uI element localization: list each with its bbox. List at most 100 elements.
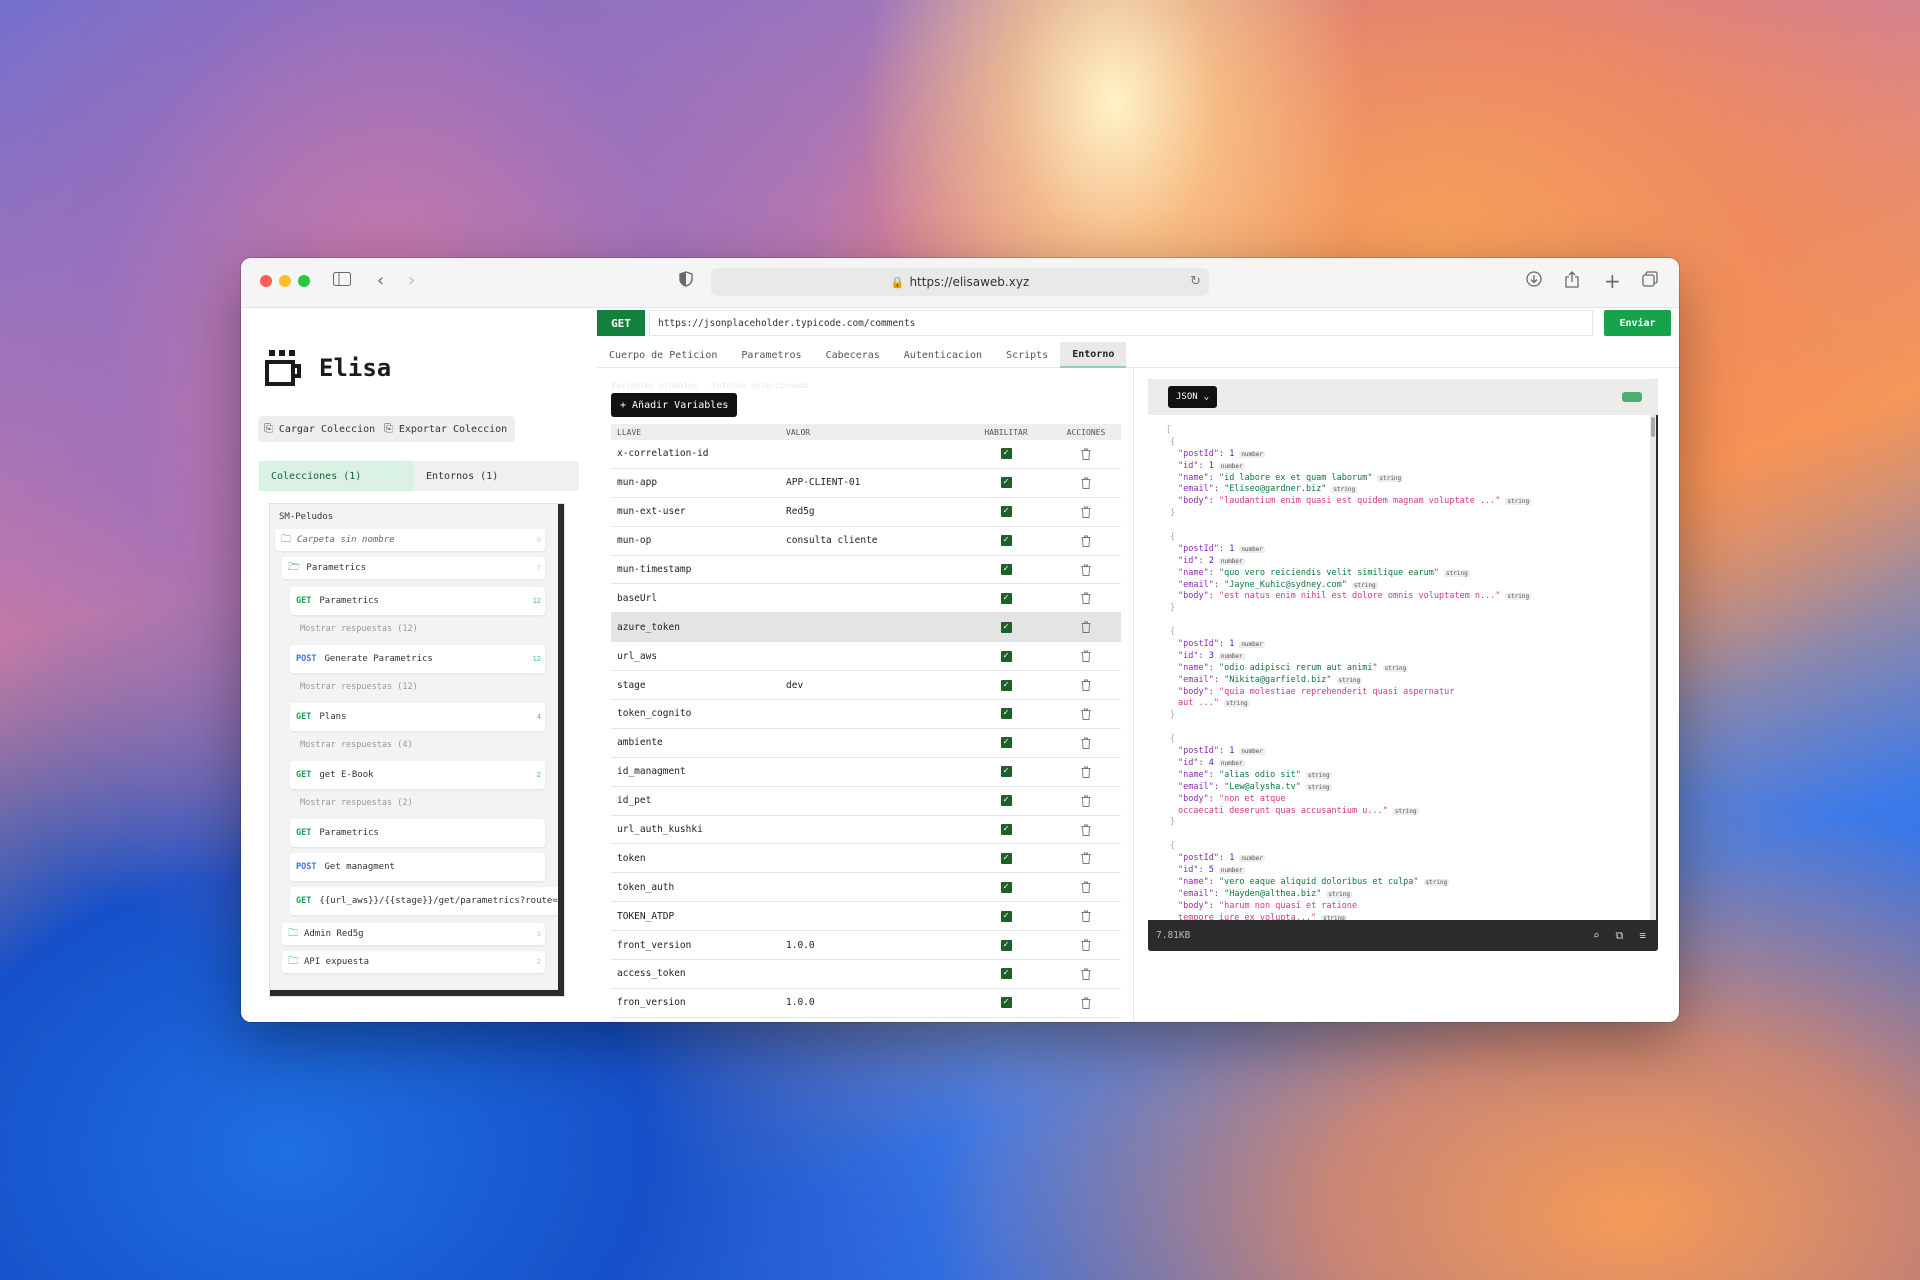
- trash-icon[interactable]: [1081, 737, 1091, 749]
- enabled-checkbox[interactable]: ✓: [1000, 910, 1012, 922]
- trash-icon[interactable]: [1081, 968, 1091, 980]
- variable-key[interactable]: url_aws: [611, 651, 786, 662]
- table-row[interactable]: mun-ext-user Red5g ✓: [611, 498, 1121, 527]
- table-row[interactable]: mun-app APP-CLIENT-01 ✓: [611, 469, 1121, 498]
- tab-headers[interactable]: Cabeceras: [814, 342, 892, 368]
- response-scrollbar[interactable]: [1650, 415, 1656, 920]
- enabled-checkbox[interactable]: ✓: [1000, 795, 1012, 807]
- enabled-checkbox[interactable]: ✓: [1000, 477, 1012, 489]
- variable-key[interactable]: TOKEN_ATDP: [611, 911, 786, 922]
- variable-key[interactable]: azure_token: [611, 622, 786, 633]
- trash-icon[interactable]: [1081, 477, 1091, 489]
- reload-icon[interactable]: ↻: [1190, 274, 1201, 289]
- enabled-checkbox[interactable]: ✓: [1000, 564, 1012, 575]
- tree-request[interactable]: GET get E-Book 2: [290, 761, 545, 789]
- zoom-window-button[interactable]: [298, 275, 310, 287]
- trash-icon[interactable]: [1081, 997, 1091, 1009]
- trash-icon[interactable]: [1081, 852, 1091, 865]
- table-row[interactable]: url_auth_kushki ✓: [611, 816, 1121, 845]
- share-icon[interactable]: [1565, 271, 1579, 293]
- variable-key[interactable]: mun-op: [611, 535, 786, 546]
- trash-icon[interactable]: [1081, 939, 1091, 952]
- tree-request[interactable]: GET Parametrics: [290, 819, 545, 847]
- table-row[interactable]: url_aws ✓: [611, 642, 1121, 672]
- search-icon[interactable]: ⌕: [1593, 929, 1600, 943]
- minimize-window-button[interactable]: [279, 275, 291, 287]
- variable-value[interactable]: consulta cliente: [786, 535, 961, 546]
- trash-icon[interactable]: [1081, 679, 1091, 692]
- trash-icon[interactable]: [1081, 650, 1091, 663]
- enabled-checkbox[interactable]: ✓: [1000, 535, 1012, 547]
- enabled-checkbox[interactable]: ✓: [1000, 679, 1012, 691]
- enabled-checkbox[interactable]: ✓: [1000, 824, 1012, 836]
- enabled-checkbox[interactable]: ✓: [1000, 968, 1012, 980]
- tab-environment[interactable]: Entorno: [1060, 342, 1127, 368]
- sidebar-toggle-icon[interactable]: [333, 271, 351, 291]
- load-collection-button[interactable]: ⎘ Cargar Coleccion: [258, 416, 384, 442]
- enabled-checkbox[interactable]: ✓: [1000, 621, 1012, 633]
- tree-vertical-scrollbar[interactable]: [558, 504, 564, 996]
- tree-folder[interactable]: 🗀 Carpeta sin nombre 0: [275, 529, 545, 551]
- tab-auth[interactable]: Autenticacion: [892, 342, 994, 368]
- trash-icon[interactable]: [1081, 564, 1091, 576]
- add-variables-button[interactable]: + Añadir Variables: [611, 393, 738, 417]
- trash-icon[interactable]: [1081, 795, 1091, 807]
- variable-key[interactable]: stage: [611, 680, 786, 691]
- trash-icon[interactable]: [1081, 910, 1091, 923]
- trash-icon[interactable]: [1081, 766, 1091, 778]
- variable-key[interactable]: mun-ext-user: [611, 506, 786, 517]
- variable-key[interactable]: fron_version: [611, 997, 786, 1008]
- enabled-checkbox[interactable]: ✓: [1000, 737, 1012, 749]
- variable-key[interactable]: id_pet: [611, 795, 786, 806]
- variable-value[interactable]: APP-CLIENT-01: [786, 477, 961, 488]
- variable-key[interactable]: url_auth_kushki: [611, 824, 786, 835]
- enabled-checkbox[interactable]: ✓: [1000, 939, 1012, 951]
- new-tab-icon[interactable]: +: [1604, 271, 1621, 291]
- tab-body[interactable]: Cuerpo de Peticion: [597, 342, 729, 368]
- show-responses-link[interactable]: Mostrar respuestas (4): [300, 740, 413, 750]
- table-row[interactable]: id_pet ✓: [611, 787, 1121, 816]
- tab-collections[interactable]: Colecciones (1): [259, 461, 414, 491]
- close-window-button[interactable]: [260, 275, 272, 287]
- variable-value[interactable]: Red5g: [786, 506, 961, 517]
- variable-key[interactable]: mun-timestamp: [611, 564, 786, 575]
- forward-icon[interactable]: ›: [408, 271, 415, 291]
- show-responses-link[interactable]: Mostrar respuestas (12): [300, 682, 418, 692]
- tab-scripts[interactable]: Scripts: [994, 342, 1060, 368]
- trash-icon[interactable]: [1081, 621, 1091, 634]
- variable-value[interactable]: 1.0.0: [786, 940, 961, 951]
- variable-value[interactable]: dev: [786, 680, 961, 691]
- table-row[interactable]: front_version 1.0.0 ✓: [611, 931, 1121, 961]
- tree-folder[interactable]: 🗁 Parametrics 7: [282, 557, 545, 579]
- table-row[interactable]: token_cognito ✓: [611, 700, 1121, 729]
- tree-request[interactable]: GET {{url_aws}}/{{stage}}/get/parametric…: [290, 887, 560, 915]
- tree-horizontal-scrollbar[interactable]: [270, 990, 564, 996]
- variable-value[interactable]: 1.0.0: [786, 997, 961, 1008]
- table-row[interactable]: access_token ✓: [611, 960, 1121, 989]
- response-toggle[interactable]: [1622, 392, 1642, 402]
- variable-key[interactable]: id_managment: [611, 766, 786, 777]
- variable-key[interactable]: x-correlation-id: [611, 448, 786, 459]
- trash-icon[interactable]: [1081, 708, 1091, 720]
- table-row[interactable]: ambiente ✓: [611, 729, 1121, 758]
- enabled-checkbox[interactable]: ✓: [1000, 766, 1012, 778]
- enabled-checkbox[interactable]: ✓: [1000, 448, 1012, 460]
- trash-icon[interactable]: [1081, 592, 1091, 605]
- trash-icon[interactable]: [1081, 824, 1091, 836]
- tab-environments[interactable]: Entornos (1): [414, 461, 569, 491]
- table-row[interactable]: baseUrl ✓: [611, 584, 1121, 614]
- show-responses-link[interactable]: Mostrar respuestas (2): [300, 798, 413, 808]
- request-url-input[interactable]: https://jsonplaceholder.typicode.com/com…: [649, 310, 1593, 336]
- format-dropdown[interactable]: JSON ⌄: [1168, 386, 1218, 408]
- variable-key[interactable]: token_auth: [611, 882, 786, 893]
- trash-icon[interactable]: [1081, 881, 1091, 894]
- trash-icon[interactable]: [1081, 448, 1091, 460]
- table-row[interactable]: TOKEN_ATDP ✓: [611, 902, 1121, 932]
- enabled-checkbox[interactable]: ✓: [1000, 650, 1012, 662]
- tab-overview-icon[interactable]: [1642, 271, 1658, 292]
- back-icon[interactable]: ‹: [377, 271, 384, 291]
- variable-key[interactable]: mun-app: [611, 477, 786, 488]
- variable-key[interactable]: access_token: [611, 968, 786, 979]
- tree-folder[interactable]: 🗀 Admin Red5g 3: [282, 923, 545, 945]
- copy-icon[interactable]: ⧉: [1616, 929, 1624, 943]
